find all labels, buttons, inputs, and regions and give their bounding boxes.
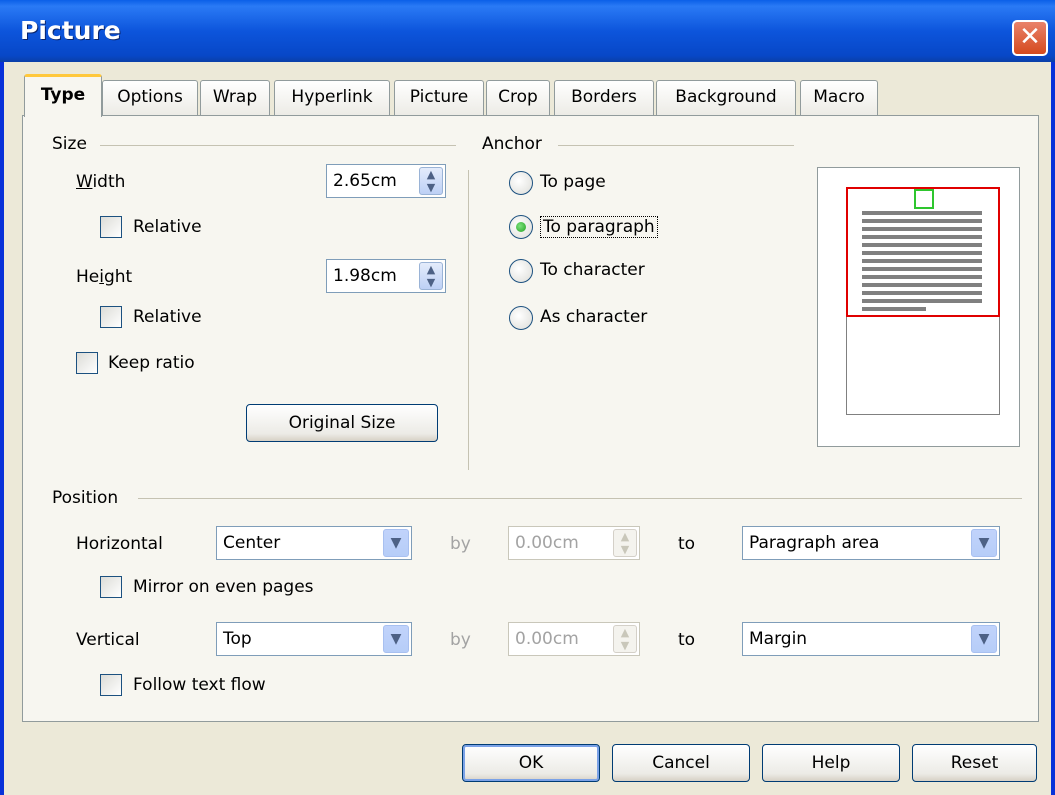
spin-arrows-icon[interactable]: ▲ ▼ — [613, 529, 637, 557]
position-heading: Position — [52, 488, 119, 508]
vertical-to-select[interactable]: Margin ▼ — [742, 622, 1000, 656]
horizontal-by-spinbox[interactable]: 0.00cm ▲ ▼ — [508, 526, 640, 560]
horizontal-value: Center — [223, 533, 281, 553]
tab-macro[interactable]: Macro — [800, 80, 878, 116]
mirror-checkbox[interactable] — [100, 576, 122, 598]
horizontal-by-value: 0.00cm — [515, 533, 579, 553]
close-button[interactable]: ✕ — [1012, 20, 1048, 56]
original-size-button[interactable]: Original Size — [246, 404, 438, 442]
horizontal-by-label: by — [450, 534, 471, 554]
width-value: 2.65cm — [333, 171, 397, 191]
anchor-as-character-label: As character — [540, 307, 648, 327]
vertical-to-value: Margin — [749, 629, 808, 649]
chevron-down-icon[interactable]: ▼ — [383, 529, 409, 557]
vertical-by-value: 0.00cm — [515, 629, 579, 649]
follow-text-flow-label: Follow text flow — [133, 675, 266, 695]
spin-arrows-icon[interactable]: ▲ ▼ — [419, 167, 443, 195]
anchor-to-paragraph-radio[interactable] — [509, 215, 533, 239]
anchor-to-paragraph-label: To paragraph — [540, 216, 658, 238]
spin-arrows-icon[interactable]: ▲ ▼ — [613, 625, 637, 653]
cancel-button[interactable]: Cancel — [612, 744, 750, 782]
anchor-to-page-label: To page — [540, 172, 606, 192]
preview-frame — [914, 189, 934, 209]
width-label: Width — [76, 172, 126, 192]
width-relative-checkbox[interactable] — [100, 216, 122, 238]
chevron-down-icon[interactable]: ▼ — [971, 625, 997, 653]
position-divider — [138, 498, 1022, 499]
height-value: 1.98cm — [333, 266, 397, 286]
horizontal-to-value: Paragraph area — [749, 533, 880, 553]
tab-background[interactable]: Background — [656, 80, 796, 116]
window-title: Picture — [20, 16, 121, 45]
height-relative-label: Relative — [133, 307, 202, 327]
width-relative-label: Relative — [133, 217, 202, 237]
tab-picture[interactable]: Picture — [394, 80, 484, 116]
anchor-divider — [558, 145, 794, 146]
chevron-down-icon[interactable]: ▼ — [383, 625, 409, 653]
tab-options[interactable]: Options — [102, 80, 198, 116]
height-label: Height — [76, 267, 133, 287]
horizontal-select[interactable]: Center ▼ — [216, 526, 412, 560]
reset-button[interactable]: Reset — [912, 744, 1037, 782]
keep-ratio-checkbox[interactable] — [76, 352, 98, 374]
anchor-heading: Anchor — [482, 134, 542, 154]
spin-arrows-icon[interactable]: ▲ ▼ — [419, 262, 443, 290]
title-bar[interactable] — [0, 0, 1055, 62]
tab-hyperlink[interactable]: Hyperlink — [274, 80, 390, 116]
vertical-divider — [468, 170, 469, 470]
tab-type[interactable]: Type — [24, 74, 102, 117]
size-divider — [100, 145, 456, 146]
horizontal-to-select[interactable]: Paragraph area ▼ — [742, 526, 1000, 560]
vertical-value: Top — [223, 629, 252, 649]
vertical-by-label: by — [450, 630, 471, 650]
anchor-to-character-radio[interactable] — [509, 259, 533, 283]
size-heading: Size — [52, 134, 87, 154]
vertical-label: Vertical — [76, 630, 140, 650]
anchor-to-page-radio[interactable] — [509, 171, 533, 195]
vertical-select[interactable]: Top ▼ — [216, 622, 412, 656]
follow-text-flow-checkbox[interactable] — [100, 674, 122, 696]
anchor-to-character-label: To character — [540, 260, 645, 280]
horizontal-to-label: to — [678, 534, 696, 554]
keep-ratio-label: Keep ratio — [108, 353, 195, 373]
height-relative-checkbox[interactable] — [100, 306, 122, 328]
vertical-by-spinbox[interactable]: 0.00cm ▲ ▼ — [508, 622, 640, 656]
ok-button[interactable]: OK — [462, 744, 600, 782]
help-button[interactable]: Help — [762, 744, 900, 782]
horizontal-label: Horizontal — [76, 534, 163, 554]
tab-crop[interactable]: Crop — [486, 80, 550, 116]
anchor-as-character-radio[interactable] — [509, 306, 533, 330]
tab-wrap[interactable]: Wrap — [200, 80, 270, 116]
close-icon: ✕ — [1019, 22, 1041, 52]
vertical-to-label: to — [678, 630, 696, 650]
mirror-label: Mirror on even pages — [133, 577, 314, 597]
width-spinbox[interactable]: 2.65cm ▲ ▼ — [326, 164, 446, 198]
tab-borders[interactable]: Borders — [554, 80, 654, 116]
height-spinbox[interactable]: 1.98cm ▲ ▼ — [326, 259, 446, 293]
chevron-down-icon[interactable]: ▼ — [971, 529, 997, 557]
